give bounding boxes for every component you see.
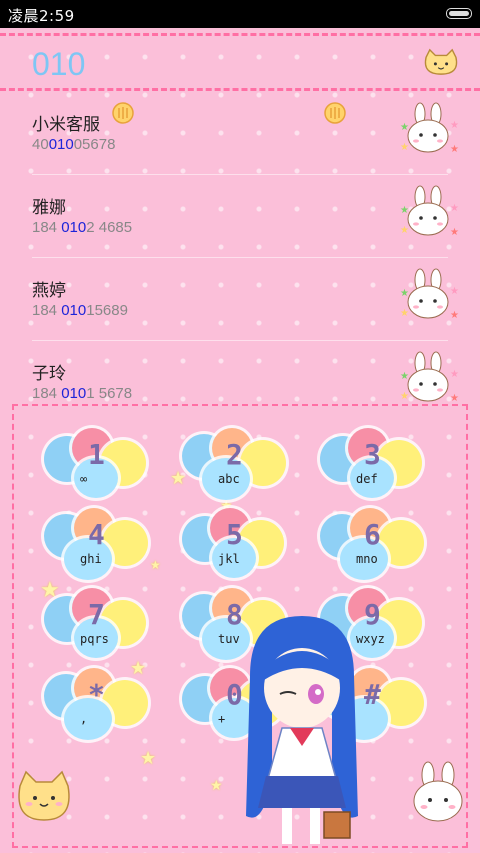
number-match: 010 [61, 219, 87, 236]
coin-badge-icon [112, 102, 134, 124]
svg-text:★: ★ [450, 144, 459, 155]
coin-badge-icon [324, 102, 346, 124]
contact-number: 4001005678 [32, 136, 116, 153]
contact-number: 184 01015689 [32, 302, 128, 319]
contact-name: 燕婷 [32, 281, 66, 301]
key-digit: 1 [88, 438, 105, 471]
key-letters: abc [218, 472, 240, 486]
svg-text:★: ★ [400, 225, 409, 236]
contact-name: 小米客服 [32, 115, 100, 135]
svg-text:★: ★ [450, 369, 459, 380]
key-letters: pqrs [80, 632, 109, 646]
bunny-icon: ★ ★ ★ ★ [400, 185, 459, 238]
key-digit: 4 [88, 518, 105, 551]
svg-text:★: ★ [400, 122, 409, 133]
svg-text:★: ★ [450, 203, 459, 214]
keypad-key-3[interactable]: 3 def [320, 428, 430, 502]
svg-text:★: ★ [450, 227, 459, 238]
status-bar: 凌晨2:59 [0, 0, 480, 28]
number-match: 010 [61, 385, 87, 402]
svg-text:★: ★ [450, 310, 459, 321]
battery-icon [446, 8, 472, 19]
keypad-key-star[interactable]: *, [44, 668, 154, 742]
header-dashed-border [0, 88, 480, 91]
key-letters: ∞ [80, 472, 88, 486]
keypad-key-4[interactable]: 4 ghi [44, 508, 154, 582]
bunny-icon: ★ ★ ★ ★ [400, 268, 459, 321]
contact-list: 小米客服 4001005678 ★ ★ ★ ★ 雅娜 184 0102 4685 ★ ★… [0, 92, 480, 424]
number-display[interactable]: 010 [32, 46, 85, 83]
key-digit: * [88, 678, 105, 711]
key-digit: 3 [364, 438, 381, 471]
svg-text:★: ★ [400, 308, 409, 319]
keypad-key-5[interactable]: 5 jkl [182, 508, 292, 582]
contact-number: 184 0102 4685 [32, 219, 133, 236]
bunny-icon [413, 761, 463, 822]
svg-text:★: ★ [400, 205, 409, 216]
key-digit: 7 [88, 598, 105, 631]
svg-text:★: ★ [400, 391, 409, 402]
keypad-key-1[interactable]: 1 ∞ [44, 428, 154, 502]
svg-text:★: ★ [450, 286, 459, 297]
contact-row[interactable]: 雅娜 184 0102 4685 ★ ★ ★ ★ [0, 175, 480, 258]
key-letters: jkl [218, 552, 240, 566]
keypad-key-7[interactable]: 7 pqrs [44, 588, 154, 662]
key-letters: ghi [80, 552, 102, 566]
keypad-key-2[interactable]: 2 abc [182, 428, 292, 502]
anime-girl-icon [246, 616, 358, 844]
number-match: 010 [48, 136, 74, 153]
keypad-key-6[interactable]: 6 mno [320, 508, 430, 582]
key-digit: 6 [364, 518, 381, 551]
key-letters: def [356, 472, 378, 486]
dialer-screen: 010 小米客服 4001005678 ★ ★ ★ ★ 雅娜 184 0102 468… [0, 28, 480, 853]
cat-icon [18, 770, 70, 821]
key-digit: 5 [226, 518, 243, 551]
svg-text:★: ★ [450, 393, 459, 404]
contact-row[interactable]: 小米客服 4001005678 ★ ★ ★ ★ [0, 92, 480, 175]
svg-text:★: ★ [400, 371, 409, 382]
key-letters: mno [356, 552, 378, 566]
contact-name: 子玲 [32, 364, 66, 384]
number-match: 010 [61, 302, 87, 319]
key-letters: , [80, 712, 88, 726]
contact-name: 雅娜 [32, 198, 66, 218]
top-dashed-border [0, 33, 480, 36]
svg-text:★: ★ [450, 120, 459, 131]
key-digit: 2 [226, 438, 243, 471]
cat-icon [424, 48, 458, 75]
status-time: 凌晨2:59 [8, 7, 75, 25]
contact-row[interactable]: 燕婷 184 01015689 ★ ★ ★ ★ [0, 258, 480, 341]
svg-text:★: ★ [400, 142, 409, 153]
bunny-icon: ★ ★ ★ ★ [400, 351, 459, 404]
svg-text:★: ★ [400, 288, 409, 299]
bunny-icon: ★ ★ ★ ★ [400, 102, 459, 155]
contact-number: 184 0101 5678 [32, 385, 133, 402]
